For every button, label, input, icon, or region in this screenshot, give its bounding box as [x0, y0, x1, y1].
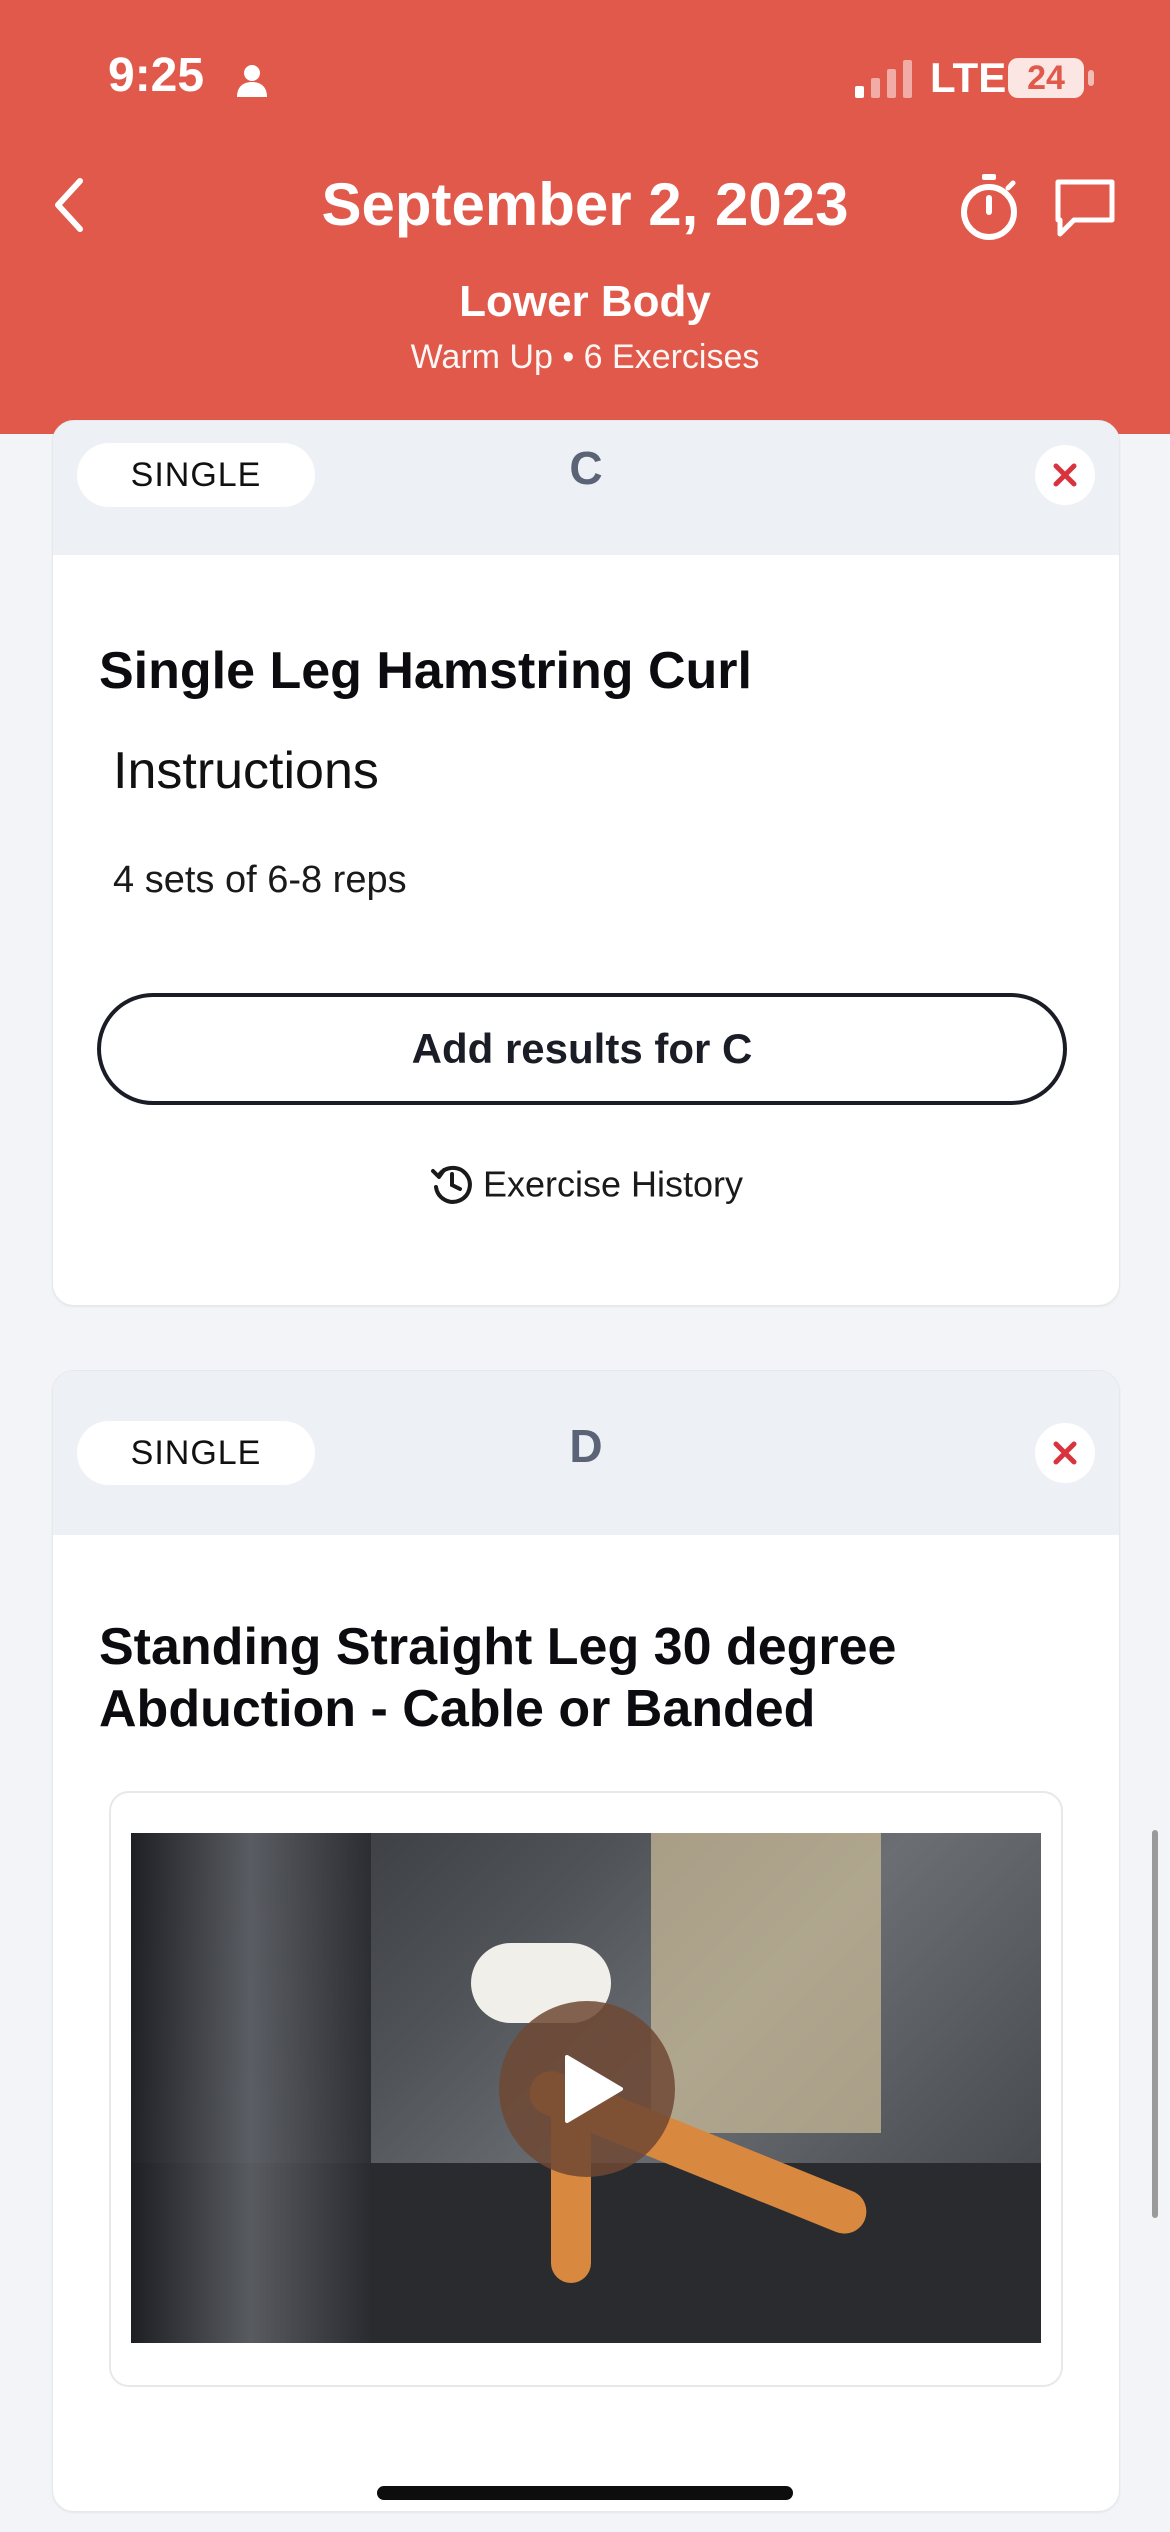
video-bg-rack	[131, 1833, 371, 2343]
header: 9:25 LTE 24 September 2, 2023 Lower Body…	[0, 0, 1170, 434]
exercise-history-label: Exercise History	[482, 1163, 744, 1205]
scrollbar[interactable]	[1152, 1830, 1158, 2218]
person-icon	[237, 65, 267, 97]
exercise-letter: D	[569, 1420, 603, 1472]
exercise-card-d: SINGLE D Standing Straight Leg 30 degree…	[52, 1370, 1120, 2512]
card-header: SINGLE C	[53, 421, 1119, 555]
history-icon	[430, 1166, 472, 1205]
close-icon	[1053, 1441, 1077, 1465]
play-icon	[565, 2055, 623, 2123]
exercise-title-line1: Standing Straight Leg 30 degree	[99, 1618, 897, 1676]
exercise-history-link[interactable]: Exercise History	[53, 1161, 1119, 1207]
remove-button[interactable]	[1035, 445, 1095, 505]
timer-icon[interactable]	[958, 172, 1020, 242]
exercise-card-c: SINGLE C Single Leg Hamstring Curl Instr…	[52, 420, 1120, 1306]
battery-indicator: 24	[1008, 58, 1084, 98]
chat-icon[interactable]	[1052, 176, 1118, 240]
workout-subtitle: Warm Up • 6 Exercises	[410, 338, 760, 376]
status-time: 9:25	[108, 49, 205, 102]
exercise-title-line2: Abduction - Cable or Banded	[99, 1680, 816, 1738]
video-container	[109, 1791, 1063, 2387]
play-button[interactable]	[499, 2001, 675, 2177]
workout-title: Lower Body	[459, 277, 711, 326]
home-indicator[interactable]	[377, 2486, 793, 2500]
signal-icon	[855, 60, 912, 98]
exercise-title: Single Leg Hamstring Curl	[99, 642, 752, 700]
instructions-heading: Instructions	[113, 742, 379, 800]
battery-nub	[1088, 70, 1094, 86]
close-icon	[1053, 463, 1077, 487]
card-header: SINGLE D	[53, 1371, 1119, 1535]
exercise-letter: C	[569, 442, 603, 494]
network-label: LTE	[930, 54, 1007, 101]
video-bg-window	[651, 1833, 881, 2133]
video-thumbnail[interactable]	[131, 1833, 1041, 2343]
remove-button[interactable]	[1035, 1423, 1095, 1483]
add-results-button[interactable]: Add results for C	[97, 993, 1067, 1105]
instructions-text: 4 sets of 6-8 reps	[113, 859, 407, 901]
